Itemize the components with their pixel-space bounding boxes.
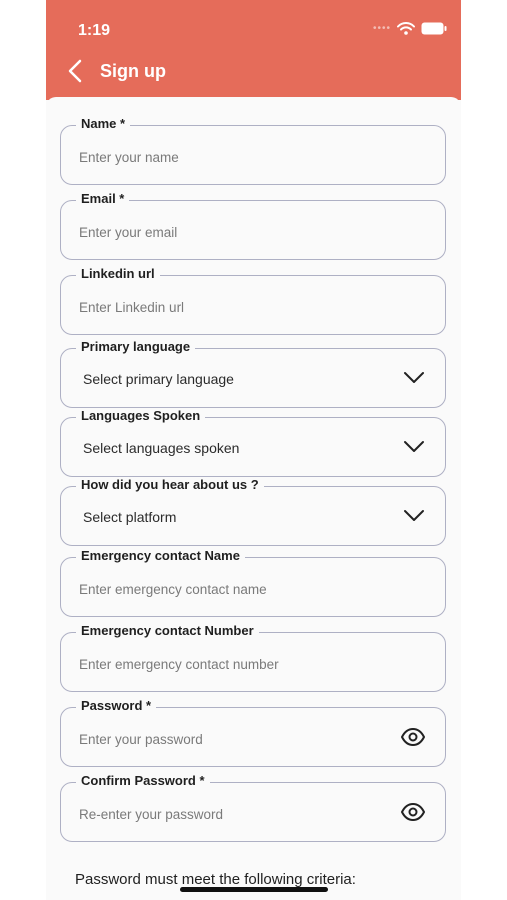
email-field[interactable]: Email * Enter your email bbox=[60, 191, 446, 260]
primary-language-label: Primary language bbox=[76, 339, 196, 355]
home-indicator[interactable] bbox=[180, 887, 328, 892]
languages-spoken-value: Select languages spoken bbox=[83, 440, 240, 456]
password-criteria-text: Password must meet the following criteri… bbox=[75, 871, 356, 888]
signal-dots-icon: •••• bbox=[372, 23, 391, 34]
emergency-name-label: Emergency contact Name bbox=[76, 548, 245, 564]
name-label: Name * bbox=[76, 116, 131, 132]
linkedin-input[interactable]: Enter Linkedin url bbox=[79, 300, 184, 315]
email-input[interactable]: Enter your email bbox=[79, 225, 177, 240]
chevron-down-icon[interactable] bbox=[403, 371, 425, 385]
primary-language-select[interactable]: Primary language Select primary language bbox=[60, 339, 446, 408]
hear-about-label: How did you hear about us ? bbox=[76, 477, 264, 493]
eye-icon[interactable] bbox=[401, 803, 425, 821]
page-title: Sign up bbox=[100, 61, 166, 81]
status-icons: •••• bbox=[373, 22, 447, 35]
languages-spoken-select[interactable]: Languages Spoken Select languages spoken bbox=[60, 408, 446, 477]
chevron-down-icon[interactable] bbox=[403, 440, 425, 454]
password-label: Password * bbox=[76, 698, 157, 714]
hear-about-select[interactable]: How did you hear about us ? Select platf… bbox=[60, 477, 446, 546]
name-input[interactable]: Enter your name bbox=[79, 150, 179, 165]
emergency-number-label: Emergency contact Number bbox=[76, 623, 259, 639]
email-label: Email * bbox=[76, 191, 130, 207]
confirm-password-label: Confirm Password * bbox=[76, 773, 210, 789]
back-arrow-icon[interactable] bbox=[64, 58, 88, 84]
password-input[interactable]: Enter your password bbox=[79, 732, 203, 747]
chevron-down-icon[interactable] bbox=[403, 509, 425, 523]
signup-form: Name * Enter your name Email * Enter you… bbox=[46, 97, 461, 900]
status-time: 1:19 bbox=[78, 22, 111, 39]
battery-icon bbox=[421, 22, 447, 35]
eye-icon[interactable] bbox=[401, 728, 425, 746]
emergency-name-input[interactable]: Enter emergency contact name bbox=[79, 582, 267, 597]
languages-spoken-label: Languages Spoken bbox=[76, 408, 206, 424]
password-field[interactable]: Password * Enter your password bbox=[60, 698, 446, 767]
hear-about-value: Select platform bbox=[83, 509, 177, 525]
primary-language-value: Select primary language bbox=[83, 371, 234, 387]
linkedin-field[interactable]: Linkedin url Enter Linkedin url bbox=[60, 266, 446, 335]
app-header: 1:19 •••• Sign up bbox=[46, 0, 461, 100]
emergency-name-field[interactable]: Emergency contact Name Enter emergency c… bbox=[60, 548, 446, 617]
phone-screen: 1:19 •••• Sign up Name * Enter your name… bbox=[46, 0, 461, 900]
wifi-icon bbox=[397, 22, 415, 35]
emergency-number-field[interactable]: Emergency contact Number Enter emergency… bbox=[60, 623, 446, 692]
confirm-password-input[interactable]: Re-enter your password bbox=[79, 807, 223, 822]
linkedin-label: Linkedin url bbox=[76, 266, 160, 282]
name-field[interactable]: Name * Enter your name bbox=[60, 116, 446, 185]
emergency-number-input[interactable]: Enter emergency contact number bbox=[79, 657, 279, 672]
confirm-password-field[interactable]: Confirm Password * Re-enter your passwor… bbox=[60, 773, 446, 842]
